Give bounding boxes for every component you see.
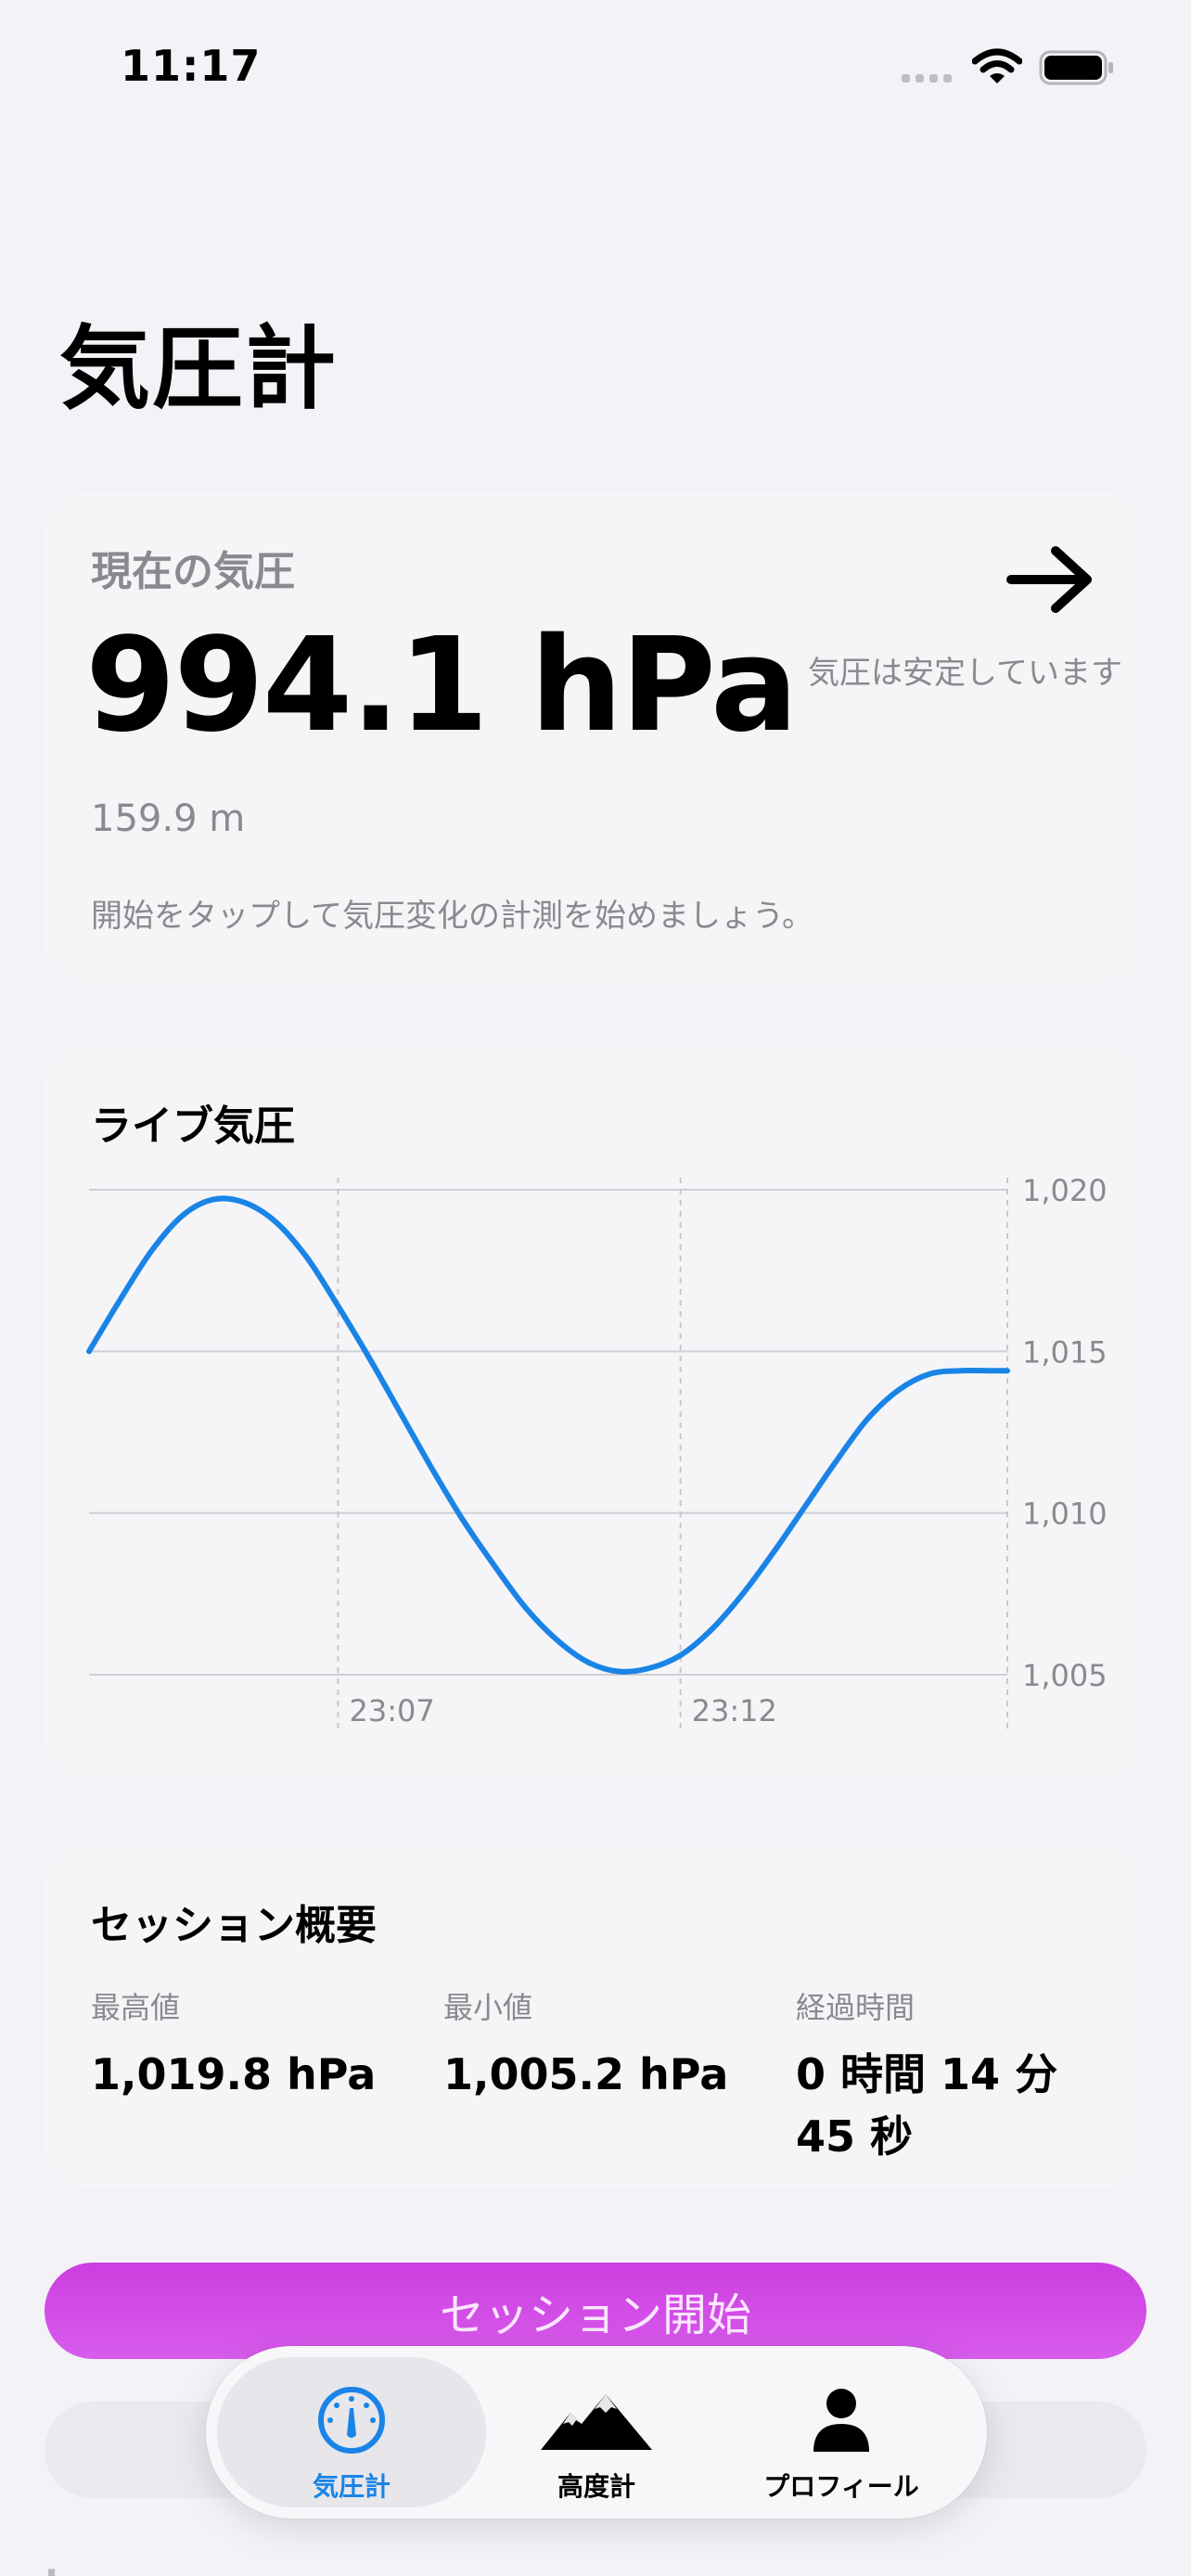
session-summary-card: セッション概要 最高値 1,019.8 hPa 最小値 1,005.2 hPa …: [45, 1845, 1146, 2188]
section-peek-text: ·: [45, 2552, 59, 2576]
wifi-icon: [972, 48, 1022, 83]
battery-icon: [1039, 50, 1113, 85]
stat-max-value: 1,019.8 hPa: [91, 2049, 377, 2099]
start-session-button[interactable]: セッション開始: [45, 2263, 1146, 2359]
tab-profile-label: プロフィール: [763, 2471, 919, 2502]
stat-min-value: 1,005.2 hPa: [443, 2049, 729, 2099]
arrow-right-icon: [1006, 546, 1092, 613]
stat-elapsed-line1: 0 時間 14 分: [796, 2049, 1058, 2099]
person-icon: [813, 2389, 869, 2452]
status-time: 11:17: [121, 41, 262, 91]
y-tick-label: 1,015: [1022, 1334, 1108, 1370]
stat-elapsed: 経過時間 0 時間 14 分 45 秒: [796, 1984, 1057, 2167]
tab-barometer-label: 気圧計: [312, 2471, 391, 2502]
current-pressure-card: 現在の気圧 994.1 hPa 159.9 m 開始をタップして気圧変化の計測を…: [45, 491, 1146, 983]
stat-min: 最小値 1,005.2 hPa: [443, 1984, 728, 2106]
current-pressure-value: 994.1 hPa: [85, 610, 799, 761]
current-altitude: 159.9 m: [91, 797, 246, 840]
app-screen: 11:17 気圧計 現在の気圧 994.1 hPa 159.9 m 開始をタップ…: [0, 0, 1191, 2576]
y-tick-label: 1,020: [1022, 1173, 1108, 1208]
tab-profile[interactable]: プロフィール: [707, 2357, 976, 2507]
tab-altimeter[interactable]: 高度計: [462, 2357, 731, 2507]
stat-max: 最高値 1,019.8 hPa: [91, 1984, 376, 2106]
session-summary-title: セッション概要: [91, 1902, 377, 1949]
live-pressure-title: ライブ気圧: [91, 1103, 295, 1150]
y-tick-label: 1,005: [1022, 1658, 1108, 1693]
x-tick-label: 23:12: [692, 1693, 777, 1728]
page-title: 気圧計: [59, 316, 339, 422]
tab-bar: 気圧計 高度計 プロフィール: [206, 2346, 987, 2519]
stat-max-label: 最高値: [91, 1990, 181, 2025]
x-tick-label: 23:07: [349, 1693, 434, 1728]
stat-elapsed-value: 0 時間 14 分 45 秒: [796, 2044, 1057, 2167]
stat-elapsed-line2: 45 秒: [796, 2111, 914, 2162]
live-pressure-chart: 1,005 1,010 1,015 1,020 23:07 23:12: [86, 1173, 1108, 1730]
tab-barometer[interactable]: 気圧計: [217, 2357, 486, 2507]
stat-elapsed-label: 経過時間: [796, 1990, 916, 2025]
pressure-trend-text: 気圧は安定しています: [808, 655, 1122, 692]
mountains-icon: [541, 2394, 652, 2450]
stat-min-label: 最小値: [443, 1990, 533, 2025]
start-hint-text: 開始をタップして気圧変化の計測を始めましょう。: [91, 898, 813, 935]
tab-altimeter-label: 高度計: [557, 2471, 635, 2502]
pressure-series-line: [86, 1195, 1010, 1675]
cellular-signal-icon: [902, 74, 952, 83]
gauge-icon: [318, 2387, 385, 2454]
live-pressure-card: 1,005 1,010 1,015 1,020 23:07 23:12 ライブ気圧: [45, 1046, 1146, 1779]
y-tick-label: 1,010: [1022, 1497, 1108, 1532]
current-pressure-label: 現在の気圧: [91, 548, 295, 595]
